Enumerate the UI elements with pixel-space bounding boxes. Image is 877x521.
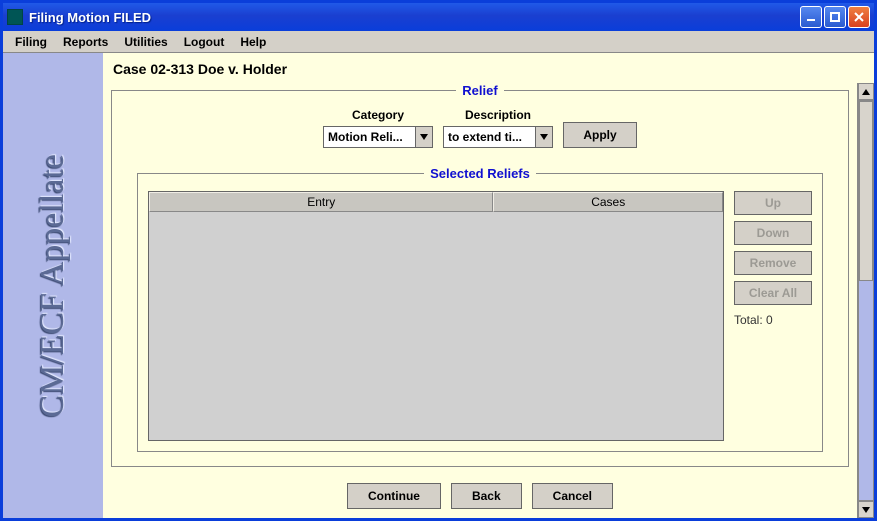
selected-reliefs-legend: Selected Reliefs bbox=[424, 166, 536, 181]
remove-button[interactable]: Remove bbox=[734, 251, 812, 275]
back-button[interactable]: Back bbox=[451, 483, 522, 509]
total-label: Total: 0 bbox=[734, 313, 812, 327]
category-value: Motion Reli... bbox=[328, 130, 415, 144]
menu-utilities[interactable]: Utilities bbox=[116, 33, 175, 51]
relief-fieldset: Relief Category Motion Reli... bbox=[111, 83, 849, 467]
maximize-icon bbox=[829, 11, 841, 23]
description-value: to extend ti... bbox=[448, 130, 535, 144]
scroll-track-lower bbox=[859, 281, 873, 500]
table-header: Entry Cases bbox=[149, 192, 723, 212]
scroll-thumb[interactable] bbox=[859, 101, 873, 281]
cancel-button[interactable]: Cancel bbox=[532, 483, 613, 509]
selected-reliefs-fieldset: Selected Reliefs Entry Cases Up bbox=[137, 166, 823, 452]
window-title: Filing Motion FILED bbox=[29, 10, 800, 25]
sidebar: CM/ECF Appellate bbox=[3, 53, 103, 518]
description-field: Description to extend ti... bbox=[443, 108, 553, 148]
continue-button[interactable]: Continue bbox=[347, 483, 441, 509]
app-icon bbox=[7, 9, 23, 25]
body-area: CM/ECF Appellate Case 02-313 Doe v. Hold… bbox=[3, 53, 874, 518]
chevron-down-icon bbox=[415, 127, 432, 147]
scroll-up-arrow-icon[interactable] bbox=[858, 83, 874, 100]
reorder-buttons: Up Down Remove Clear All Total: 0 bbox=[734, 191, 812, 327]
content: Relief Category Motion Reli... bbox=[103, 83, 857, 518]
minimize-button[interactable] bbox=[800, 6, 822, 28]
category-field: Category Motion Reli... bbox=[323, 108, 433, 148]
description-combo[interactable]: to extend ti... bbox=[443, 126, 553, 148]
menu-logout[interactable]: Logout bbox=[176, 33, 233, 51]
application-window: Filing Motion FILED Filing Reports Utili… bbox=[0, 0, 877, 521]
relief-controls-row: Category Motion Reli... Description bbox=[323, 108, 637, 148]
maximize-button[interactable] bbox=[824, 6, 846, 28]
menu-filing[interactable]: Filing bbox=[7, 33, 55, 51]
selected-reliefs-table[interactable]: Entry Cases bbox=[148, 191, 724, 441]
minimize-icon bbox=[805, 11, 817, 23]
col-cases[interactable]: Cases bbox=[493, 192, 723, 212]
chevron-down-icon bbox=[535, 127, 552, 147]
down-button[interactable]: Down bbox=[734, 221, 812, 245]
close-icon bbox=[853, 11, 865, 23]
app-logo-text: CM/ECF Appellate bbox=[34, 154, 72, 418]
menu-help[interactable]: Help bbox=[232, 33, 274, 51]
window-controls bbox=[800, 6, 870, 28]
clear-all-button[interactable]: Clear All bbox=[734, 281, 812, 305]
footer-buttons: Continue Back Cancel bbox=[111, 475, 849, 515]
vertical-scrollbar[interactable] bbox=[857, 83, 874, 518]
category-combo[interactable]: Motion Reli... bbox=[323, 126, 433, 148]
apply-button[interactable]: Apply bbox=[563, 122, 637, 148]
up-button[interactable]: Up bbox=[734, 191, 812, 215]
description-label: Description bbox=[465, 108, 531, 122]
scroll-area: Relief Category Motion Reli... bbox=[103, 83, 874, 518]
col-entry[interactable]: Entry bbox=[149, 192, 493, 212]
close-button[interactable] bbox=[848, 6, 870, 28]
titlebar: Filing Motion FILED bbox=[3, 3, 874, 31]
relief-legend: Relief bbox=[456, 83, 503, 98]
menu-reports[interactable]: Reports bbox=[55, 33, 116, 51]
menubar: Filing Reports Utilities Logout Help bbox=[3, 31, 874, 53]
case-header: Case 02-313 Doe v. Holder bbox=[103, 53, 874, 83]
category-label: Category bbox=[352, 108, 404, 122]
scroll-track[interactable] bbox=[858, 100, 874, 501]
main-panel: Case 02-313 Doe v. Holder Relief Categor… bbox=[103, 53, 874, 518]
scroll-down-arrow-icon[interactable] bbox=[858, 501, 874, 518]
